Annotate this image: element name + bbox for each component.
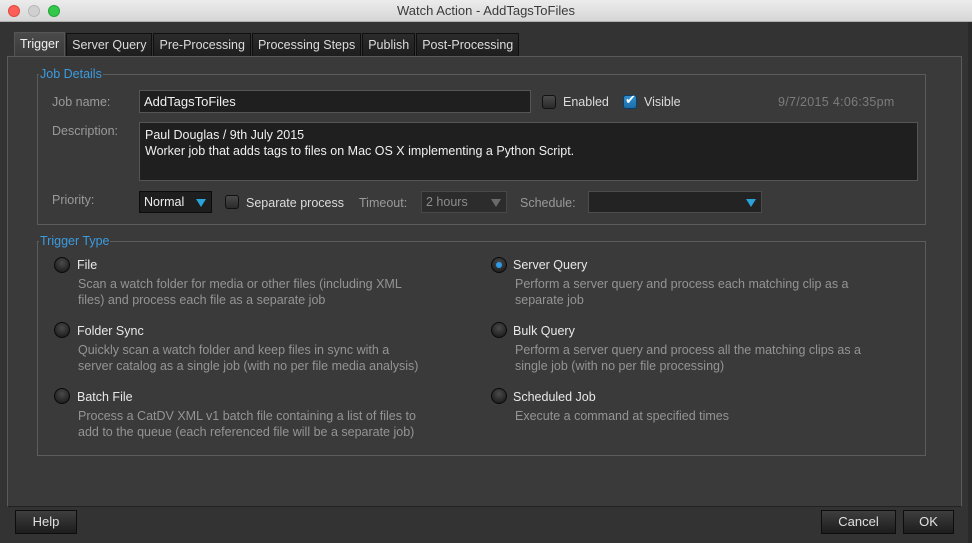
separate-process-label: Separate process [246, 196, 344, 210]
schedule-label: Schedule: [520, 196, 576, 210]
job-name-label: Job name: [52, 95, 111, 109]
separate-process-checkbox[interactable] [225, 195, 239, 209]
radio-folder-sync-label: Folder Sync [77, 324, 144, 338]
radio-batch-file-description: Process a CatDV XML v1 batch file contai… [78, 408, 498, 440]
priority-value: Normal [144, 195, 185, 209]
radio-batch-file-label: Batch File [77, 390, 133, 404]
radio-bulk-query-description: Perform a server query and process all t… [515, 342, 915, 374]
radio-server-query-label: Server Query [513, 258, 588, 272]
timeout-label: Timeout: [359, 196, 408, 210]
enabled-checkbox[interactable] [542, 95, 556, 109]
description-line: separate job [515, 293, 584, 307]
description-line: Execute a command at specified times [515, 409, 729, 423]
description-line: Perform a server query and process all t… [515, 343, 861, 357]
chevron-down-icon [196, 199, 206, 207]
description-label: Description: [52, 124, 118, 138]
radio-file-description: Scan a watch folder for media or other f… [78, 276, 478, 308]
radio-scheduled-job[interactable] [491, 388, 507, 404]
radio-scheduled-job-label: Scheduled Job [513, 390, 596, 404]
description-line: Worker job that adds tags to files on Ma… [145, 144, 575, 158]
description-line: Scan a watch folder for media or other f… [78, 277, 402, 291]
description-textarea[interactable]: Paul Douglas / 9th July 2015 Worker job … [139, 122, 918, 181]
window-edge [968, 22, 972, 543]
radio-folder-sync[interactable] [54, 322, 70, 338]
radio-folder-sync-description: Quickly scan a watch folder and keep fil… [78, 342, 498, 374]
radio-file[interactable] [54, 257, 70, 273]
tab-trigger[interactable]: Trigger [14, 32, 66, 57]
description-line: Perform a server query and process each … [515, 277, 849, 291]
tab-server-query[interactable]: Server Query [66, 33, 153, 57]
chevron-down-icon [746, 199, 756, 207]
title-bar: Watch Action - AddTagsToFiles [0, 0, 972, 22]
description-line: server catalog as a single job (with no … [78, 359, 419, 373]
visible-label: Visible [644, 95, 681, 109]
enabled-label: Enabled [563, 95, 609, 109]
priority-select[interactable]: Normal [139, 191, 212, 213]
radio-batch-file[interactable] [54, 388, 70, 404]
description-line: Process a CatDV XML v1 batch file contai… [78, 409, 416, 423]
description-line: files) and process each file as a separa… [78, 293, 326, 307]
job-name-input[interactable]: AddTagsToFiles [139, 90, 531, 113]
cancel-button[interactable]: Cancel [821, 510, 896, 534]
tab-bar: Trigger Server Query Pre-Processing Proc… [14, 32, 520, 57]
schedule-select[interactable] [588, 191, 762, 213]
radio-bulk-query[interactable] [491, 322, 507, 338]
radio-server-query[interactable] [491, 257, 507, 273]
chevron-down-icon [491, 199, 501, 207]
timeout-value: 2 hours [426, 195, 468, 209]
timeout-select[interactable]: 2 hours [421, 191, 507, 213]
description-line: add to the queue (each referenced file w… [78, 425, 415, 439]
description-line: Paul Douglas / 9th July 2015 [145, 128, 305, 142]
tab-processing-steps[interactable]: Processing Steps [251, 33, 362, 57]
radio-file-label: File [77, 258, 98, 272]
priority-label: Priority: [52, 193, 95, 207]
trigger-type-legend: Trigger Type [40, 234, 110, 248]
tab-post-processing[interactable]: Post-Processing [416, 33, 520, 57]
modified-timestamp: 9/7/2015 4:06:35pm [778, 95, 895, 109]
visible-checkbox[interactable] [623, 93, 637, 109]
tab-publish[interactable]: Publish [362, 33, 416, 57]
description-line: Quickly scan a watch folder and keep fil… [78, 343, 390, 357]
help-button[interactable]: Help [15, 510, 77, 534]
window-title: Watch Action - AddTagsToFiles [397, 3, 575, 18]
description-line: single job (with no per file processing) [515, 359, 725, 373]
job-details-legend: Job Details [40, 67, 102, 81]
radio-scheduled-job-description: Execute a command at specified times [515, 408, 915, 424]
radio-server-query-description: Perform a server query and process each … [515, 276, 915, 308]
ok-button[interactable]: OK [903, 510, 954, 534]
tab-pre-processing[interactable]: Pre-Processing [153, 33, 251, 57]
radio-bulk-query-label: Bulk Query [513, 324, 575, 338]
